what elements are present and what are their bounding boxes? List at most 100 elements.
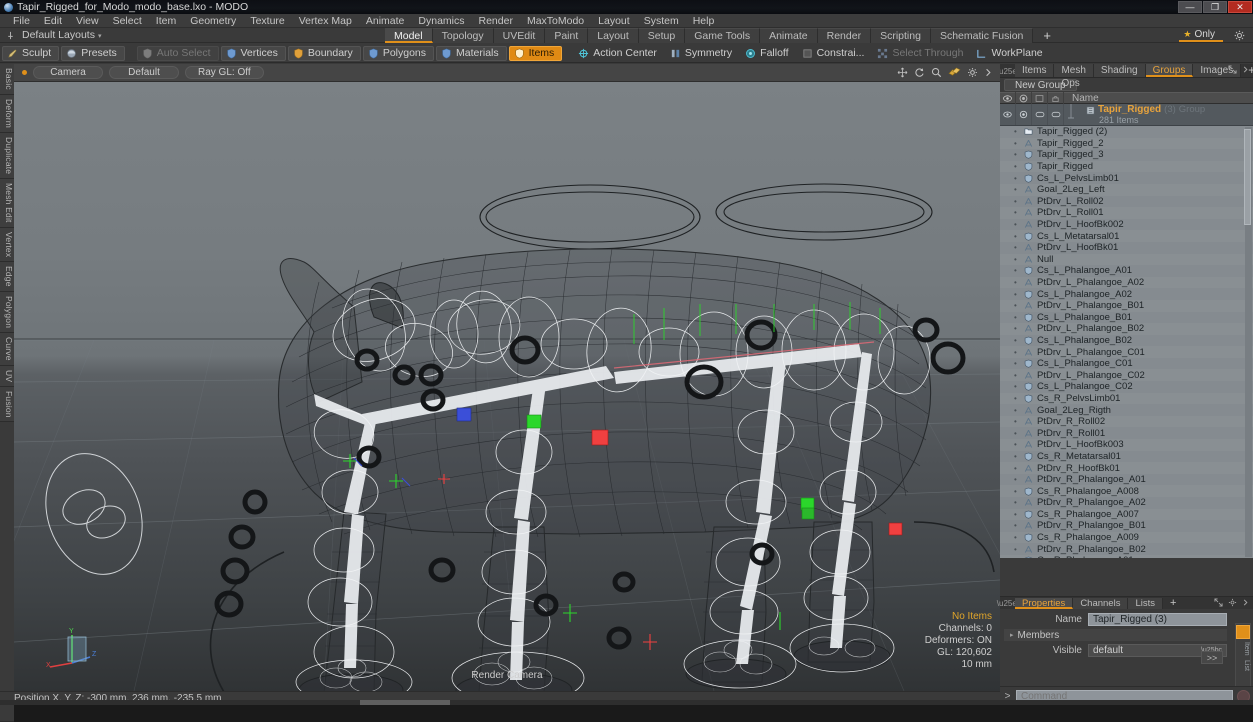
expand-toggle-icon[interactable]: • bbox=[1014, 452, 1020, 461]
tab-properties[interactable]: Properties bbox=[1015, 598, 1074, 609]
expand-toggle-icon[interactable]: • bbox=[1014, 220, 1020, 229]
lock-icon[interactable] bbox=[1048, 92, 1064, 104]
expand-toggle-icon[interactable]: • bbox=[1014, 510, 1020, 519]
menu-texture[interactable]: Texture bbox=[243, 14, 291, 28]
group-lock-toggle[interactable] bbox=[1048, 104, 1064, 125]
list-item[interactable]: • Cs_R_PelvsLimb01 bbox=[1000, 393, 1253, 405]
minimize-button[interactable]: — bbox=[1178, 1, 1202, 13]
list-item[interactable]: • Cs_L_Metatarsal01 bbox=[1000, 230, 1253, 242]
wireframe-icon[interactable] bbox=[1032, 92, 1048, 104]
list-item[interactable]: • Goal_2Leg_Left bbox=[1000, 184, 1253, 196]
only-toggle[interactable]: ★ Only bbox=[1179, 29, 1223, 42]
constraint-button[interactable]: Constrai... bbox=[798, 46, 872, 61]
workplane-button[interactable]: WorkPlane bbox=[972, 46, 1049, 61]
tab-paint[interactable]: Paint bbox=[545, 28, 589, 43]
tab-uvedit[interactable]: UVEdit bbox=[493, 28, 546, 43]
panel-corner-icon[interactable]: \u25e2 bbox=[997, 65, 1021, 77]
sidebar-item-curve[interactable]: Curve bbox=[0, 332, 14, 366]
tab-lists[interactable]: Lists bbox=[1128, 598, 1163, 609]
maximize-button[interactable]: ❐ bbox=[1203, 1, 1227, 13]
viewport-gear-icon[interactable] bbox=[967, 67, 978, 78]
members-more-button[interactable]: >> bbox=[1201, 651, 1223, 664]
list-item[interactable]: • PtDrv_L_HoofBk002 bbox=[1000, 219, 1253, 231]
zoom-icon[interactable] bbox=[931, 67, 942, 78]
item-list-scrollbar[interactable] bbox=[1244, 127, 1252, 557]
list-item[interactable]: • PtDrv_R_Roll02 bbox=[1000, 416, 1253, 428]
list-item[interactable]: • Cs_L_Phalangoe_C01 bbox=[1000, 358, 1253, 370]
tab-groups[interactable]: Groups bbox=[1145, 64, 1194, 77]
selected-group-row[interactable]: Tapir_Rigged (3) Group 281 Items bbox=[1000, 104, 1253, 126]
vertices-button[interactable]: Vertices bbox=[220, 45, 286, 61]
tab-game-tools[interactable]: Game Tools bbox=[685, 28, 761, 43]
tab-items[interactable]: Items bbox=[1015, 64, 1055, 77]
list-item[interactable]: • PtDrv_R_Phalangoe_B02 bbox=[1000, 543, 1253, 555]
viewport-raygl-selector[interactable]: Ray GL: Off bbox=[185, 66, 264, 79]
expand-toggle-icon[interactable]: • bbox=[1014, 417, 1020, 426]
sidebar-item-fusion[interactable]: Fusion bbox=[0, 386, 14, 423]
expand-icon[interactable] bbox=[1214, 598, 1223, 607]
menu-vertex-map[interactable]: Vertex Map bbox=[292, 14, 359, 28]
menu-maxtomodo[interactable]: MaxToModo bbox=[520, 14, 591, 28]
expand-toggle-icon[interactable]: • bbox=[1014, 185, 1020, 194]
tab-setup[interactable]: Setup bbox=[638, 28, 686, 43]
materials-button[interactable]: Materials bbox=[436, 45, 507, 61]
menu-item[interactable]: Item bbox=[149, 14, 183, 28]
expand-toggle-icon[interactable]: • bbox=[1014, 324, 1020, 333]
tab-model[interactable]: Model bbox=[385, 28, 433, 43]
group-member-list[interactable]: • Tapir_Rigged (2) • Tapir_Rigged_2 • Tapir_R… bbox=[1000, 126, 1253, 558]
expand-toggle-icon[interactable]: • bbox=[1014, 464, 1020, 473]
list-item[interactable]: • PtDrv_L_Phalangoe_C02 bbox=[1000, 369, 1253, 381]
expand-toggle-icon[interactable]: • bbox=[1014, 545, 1020, 554]
auto-select-button[interactable]: Auto Select bbox=[136, 45, 219, 61]
viewport-shading-selector[interactable]: Default bbox=[109, 66, 179, 79]
list-item[interactable]: • Cs_R_Phalangoe_A009 bbox=[1000, 532, 1253, 544]
expand-toggle-icon[interactable]: • bbox=[1014, 232, 1020, 241]
chevron-right-icon[interactable] bbox=[1242, 65, 1249, 74]
list-item[interactable]: • PtDrv_R_Roll01 bbox=[1000, 427, 1253, 439]
tab-layout[interactable]: Layout bbox=[588, 28, 639, 43]
expand-toggle-icon[interactable]: • bbox=[1014, 313, 1020, 322]
list-item[interactable]: • Cs_L_Phalangoe_A01 bbox=[1000, 265, 1253, 277]
expand-toggle-icon[interactable]: • bbox=[1014, 533, 1020, 542]
3d-viewport[interactable]: Camera Default Ray GL: Off X Y Z No Item… bbox=[14, 64, 1000, 691]
presets-button[interactable]: Presets bbox=[61, 45, 125, 61]
menu-system[interactable]: System bbox=[637, 14, 686, 28]
list-item[interactable]: • PtDrv_R_HoofBk01 bbox=[1000, 462, 1253, 474]
group-wire-toggle[interactable] bbox=[1032, 104, 1048, 125]
properties-side-item-label[interactable]: Item bbox=[1236, 642, 1250, 656]
expand-toggle-icon[interactable]: • bbox=[1014, 359, 1020, 368]
taskbar-item[interactable] bbox=[360, 700, 450, 705]
close-button[interactable]: ✕ bbox=[1228, 1, 1252, 13]
render-icon[interactable] bbox=[1016, 92, 1032, 104]
tab-schematic-fusion[interactable]: Schematic Fusion bbox=[930, 28, 1034, 43]
gear-icon[interactable] bbox=[1228, 598, 1237, 607]
chevron-right-icon[interactable] bbox=[984, 67, 992, 78]
menu-dynamics[interactable]: Dynamics bbox=[411, 14, 471, 28]
list-item[interactable]: • PtDrv_L_Roll02 bbox=[1000, 196, 1253, 208]
falloff-button[interactable]: Falloff bbox=[741, 46, 795, 61]
menu-render[interactable]: Render bbox=[472, 14, 520, 28]
expand-toggle-icon[interactable]: • bbox=[1014, 487, 1020, 496]
list-item[interactable]: • Cs_R_Phalangoe_A008 bbox=[1000, 485, 1253, 497]
expand-icon[interactable] bbox=[1228, 65, 1237, 74]
sidebar-item-basic[interactable]: Basic bbox=[0, 64, 14, 95]
add-tab-button[interactable]: + bbox=[1033, 28, 1061, 43]
item-list-scroll-thumb[interactable] bbox=[1244, 129, 1251, 225]
tab-scripting[interactable]: Scripting bbox=[871, 28, 931, 43]
list-item[interactable]: • Tapir_Rigged_3 bbox=[1000, 149, 1253, 161]
list-item[interactable]: • Cs_R_Phalangoe_A007 bbox=[1000, 509, 1253, 521]
list-item[interactable]: • Goal_2Leg_Rigth bbox=[1000, 404, 1253, 416]
expand-toggle-icon[interactable]: • bbox=[1014, 348, 1020, 357]
boundary-button[interactable]: Boundary bbox=[287, 45, 361, 61]
list-item[interactable]: • PtDrv_R_Phalangoe_A01 bbox=[1000, 474, 1253, 486]
expand-toggle-icon[interactable]: • bbox=[1014, 139, 1020, 148]
tab-shading[interactable]: Shading bbox=[1093, 64, 1146, 77]
viewport-canvas[interactable]: X Y Z No Items Channels: 0 Deformers: ON… bbox=[14, 82, 1000, 691]
expand-toggle-icon[interactable]: • bbox=[1014, 301, 1020, 310]
expand-toggle-icon[interactable]: • bbox=[1014, 208, 1020, 217]
list-item[interactable]: • Cs_R_Metatarsal01 bbox=[1000, 451, 1253, 463]
expand-toggle-icon[interactable]: • bbox=[1014, 174, 1020, 183]
list-item[interactable]: • PtDrv_L_Phalangoe_C01 bbox=[1000, 346, 1253, 358]
polygons-button[interactable]: Polygons bbox=[362, 45, 435, 61]
list-item[interactable]: • PtDrv_R_Phalangoe_B01 bbox=[1000, 520, 1253, 532]
